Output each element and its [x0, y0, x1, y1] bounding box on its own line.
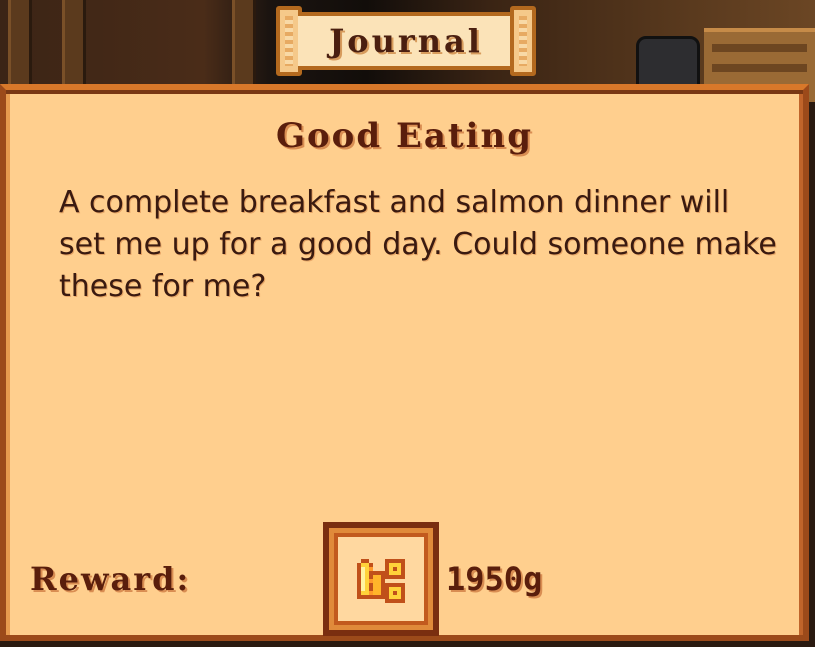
cabinet-drawer: [712, 44, 807, 52]
reward-label: Reward:: [30, 560, 191, 598]
cabinet-drawer: [712, 64, 807, 72]
reward-slot[interactable]: [323, 522, 439, 636]
scroll-sheet: Journal: [298, 12, 514, 70]
journal-panel: Good Eating A complete breakfast and sal…: [0, 84, 809, 641]
gold-coins-icon: [357, 559, 405, 603]
reward-amount: 1950g: [446, 560, 543, 598]
journal-title: Journal: [329, 22, 483, 60]
quest-description: A complete breakfast and salmon dinner w…: [59, 185, 777, 304]
quest-title: Good Eating: [275, 116, 534, 156]
game-scene: Good Eating A complete breakfast and sal…: [0, 0, 815, 647]
scroll-roll-right: [510, 6, 536, 76]
journal-title-scroll: Journal: [276, 6, 536, 76]
